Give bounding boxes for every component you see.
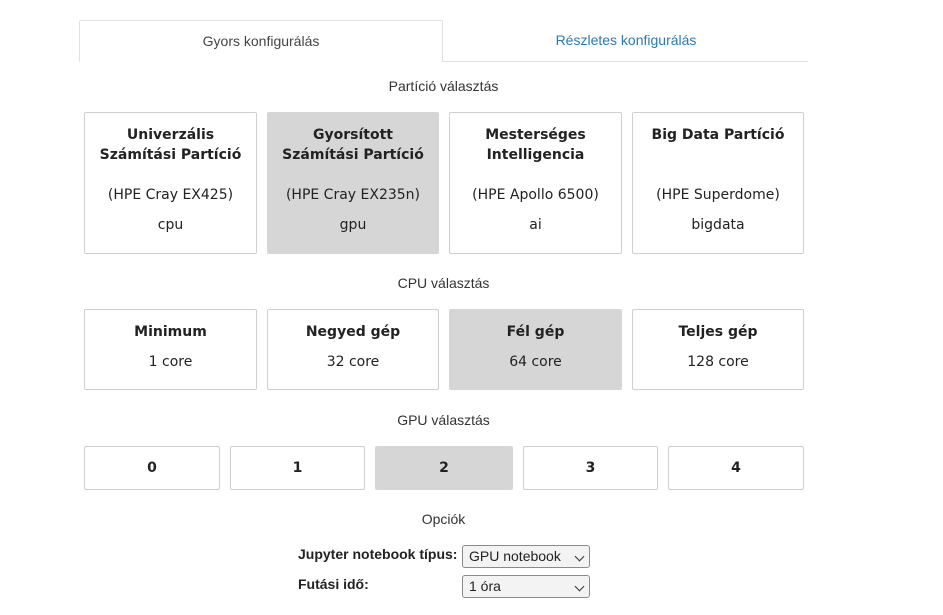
chevron-down-icon (574, 551, 585, 562)
cpu-option-full[interactable]: Teljes gép 128 core (632, 309, 804, 390)
cpu-option-quarter[interactable]: Negyed gép 32 core (267, 309, 439, 390)
cpu-option-cores: 32 core (326, 354, 380, 370)
cpu-option-cores: 1 core (148, 354, 193, 370)
partition-card-title: Univerzális Számítási Partíció (99, 127, 242, 163)
gpu-option-3[interactable]: 3 (523, 446, 658, 490)
gpu-option-1[interactable]: 1 (230, 446, 365, 490)
partition-card-model: (HPE Superdome) (656, 187, 780, 203)
partition-card-model: (HPE Cray EX235n) (285, 187, 421, 203)
cpu-option-title: Minimum (134, 324, 207, 340)
partition-card-gpu[interactable]: Gyorsított Számítási Partíció (HPE Cray … (267, 112, 439, 254)
tab-detailed-config[interactable]: Részletes konfigurálás (444, 20, 808, 61)
partition-card-cpu[interactable]: Univerzális Számítási Partíció (HPE Cray… (84, 112, 257, 254)
config-tabs: Gyors konfigurálás Részletes konfigurálá… (79, 20, 808, 62)
gpu-option-0[interactable]: 0 (84, 446, 220, 490)
cpu-option-half[interactable]: Fél gép 64 core (449, 309, 622, 390)
partition-card-title: Big Data Partíció (651, 127, 785, 143)
options-section-title: Opciók (421, 511, 466, 527)
chevron-down-icon (574, 581, 585, 592)
partition-card-code: gpu (339, 217, 367, 233)
partition-card-code: cpu (157, 217, 184, 233)
partition-card-ai[interactable]: Mesterséges Intelligencia (HPE Apollo 65… (449, 112, 622, 254)
partition-card-title: Gyorsított Számítási Partíció (282, 127, 424, 163)
gpu-option-4[interactable]: 4 (668, 446, 804, 490)
notebook-type-value: GPU notebook (469, 548, 561, 564)
partition-card-model: (HPE Cray EX425) (107, 187, 234, 203)
partition-card-code: bigdata (691, 217, 745, 233)
cpu-option-title: Teljes gép (678, 324, 758, 340)
partition-card-bigdata[interactable]: Big Data Partíció (HPE Superdome) bigdat… (632, 112, 804, 254)
partition-section-title: Partíció választás (388, 78, 499, 94)
partition-card-title: Mesterséges Intelligencia (485, 127, 586, 163)
cpu-option-cores: 128 core (687, 354, 749, 370)
partition-card-code: ai (529, 217, 542, 233)
partition-card-model: (HPE Apollo 6500) (472, 187, 599, 203)
notebook-type-select[interactable]: GPU notebook (462, 545, 590, 568)
runtime-select[interactable]: 1 óra (462, 575, 590, 598)
gpu-option-2[interactable]: 2 (375, 446, 513, 490)
tab-quick-config[interactable]: Gyors konfigurálás (79, 20, 443, 62)
cpu-option-cores: 64 core (509, 354, 562, 370)
cpu-option-title: Negyed gép (305, 324, 401, 340)
runtime-value: 1 óra (469, 578, 501, 594)
cpu-option-minimum[interactable]: Minimum 1 core (84, 309, 257, 390)
cpu-section-title: CPU választás (397, 275, 490, 291)
gpu-section-title: GPU választás (397, 412, 490, 428)
cpu-option-title: Fél gép (506, 324, 565, 340)
runtime-label: Futási idő: (298, 576, 369, 592)
notebook-type-label: Jupyter notebook típus: (298, 546, 458, 562)
